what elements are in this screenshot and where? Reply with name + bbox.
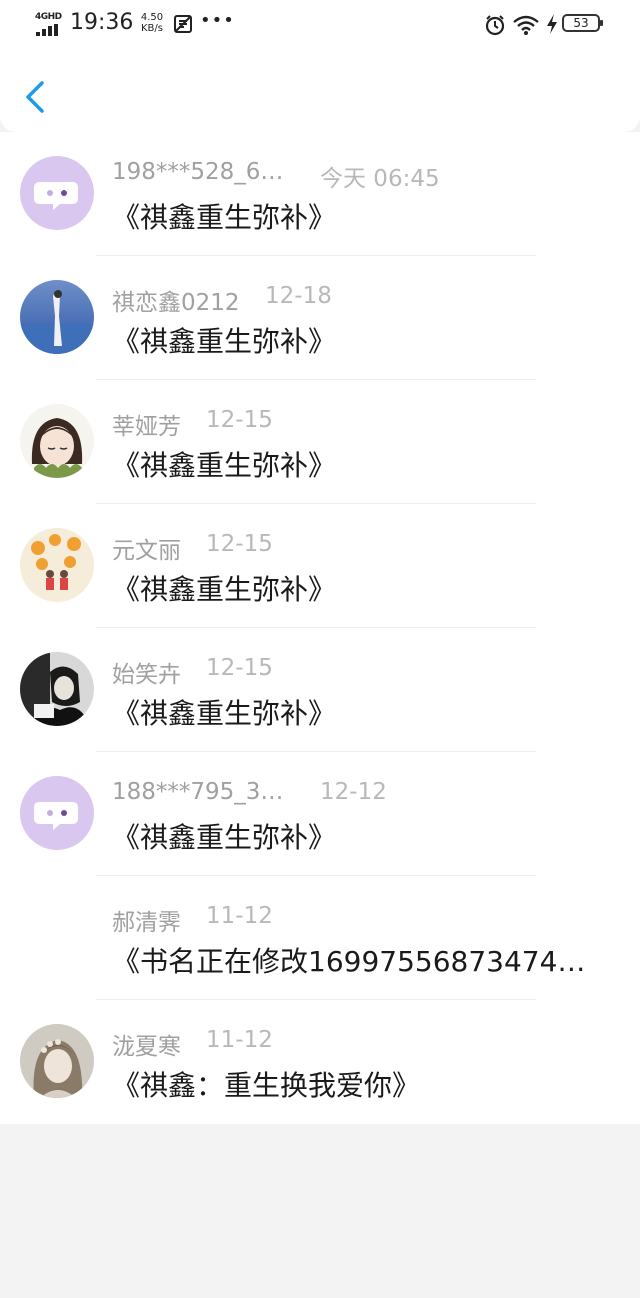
sender-name: 元文丽 <box>112 538 181 564</box>
sender-name: 198***528_6… <box>112 159 284 185</box>
network-signal-icon: 4GHD <box>34 12 64 36</box>
message-date: 12-15 <box>206 407 273 433</box>
message-date: 12-15 <box>206 531 273 557</box>
message-date: 12-18 <box>265 283 332 309</box>
message-date: 今天 06:45 <box>320 166 440 192</box>
charging-icon <box>546 13 558 39</box>
wifi-icon <box>512 14 540 40</box>
message-date: 12-15 <box>206 655 273 681</box>
message-text: 《祺鑫：重生换我爱你》 <box>112 1069 421 1102</box>
back-chevron-icon <box>26 81 44 113</box>
chat-bubble-icon <box>20 776 94 850</box>
chat-bubble-icon <box>20 156 94 230</box>
header: 4GHD 19:36 4.50 KB/s ••• 53 <box>0 0 640 132</box>
status-bar: 4GHD 19:36 4.50 KB/s ••• 53 <box>0 0 640 50</box>
message-item[interactable]: 198***528_6… 今天 06:45 《祺鑫重生弥补》 <box>0 132 640 256</box>
message-date: 12-12 <box>320 779 387 805</box>
sender-name: 莘娅芳 <box>112 414 181 440</box>
sender-name: 始笑卉 <box>112 662 181 688</box>
alarm-icon <box>484 14 506 40</box>
avatar <box>20 652 94 726</box>
message-item[interactable]: 郝清霁 11-12 《书名正在修改16997556873474… <box>0 876 640 1000</box>
more-notifications-icon: ••• <box>200 10 235 31</box>
network-speed: 4.50 KB/s <box>137 12 167 34</box>
sender-name: 祺恋鑫0212 <box>112 290 240 316</box>
default-chat-avatar <box>20 156 94 230</box>
message-item[interactable]: 188***795_3… 12-12 《祺鑫重生弥补》 <box>0 752 640 876</box>
message-item[interactable]: 祺恋鑫0212 12-18 《祺鑫重生弥补》 <box>0 256 640 380</box>
clock: 19:36 <box>70 10 134 35</box>
message-text: 《祺鑫重生弥补》 <box>112 573 337 606</box>
speed-value: 4.50 <box>140 12 164 23</box>
message-list: 198***528_6… 今天 06:45 《祺鑫重生弥补》 祺恋鑫0212 1… <box>0 132 640 1124</box>
message-item[interactable]: 元文丽 12-15 《祺鑫重生弥补》 <box>0 504 640 628</box>
battery-icon: 53 <box>562 14 603 32</box>
message-text: 《祺鑫重生弥补》 <box>112 201 337 234</box>
avatar <box>20 1024 94 1098</box>
message-text: 《祺鑫重生弥补》 <box>112 821 337 854</box>
default-chat-avatar <box>20 776 94 850</box>
message-item[interactable]: 始笑卉 12-15 《祺鑫重生弥补》 <box>0 628 640 752</box>
avatar <box>20 528 94 602</box>
battery-level: 53 <box>573 16 589 30</box>
message-text: 《祺鑫重生弥补》 <box>112 325 337 358</box>
message-text: 《书名正在修改16997556873474… <box>112 945 586 978</box>
network-type: 4GHD <box>35 12 62 22</box>
avatar <box>20 404 94 478</box>
sender-name: 郝清霁 <box>112 910 181 936</box>
avatar <box>20 280 94 354</box>
notification-icon <box>173 14 193 38</box>
message-item[interactable]: 莘娅芳 12-15 《祺鑫重生弥补》 <box>0 380 640 504</box>
message-item[interactable]: 泷夏寒 11-12 《祺鑫：重生换我爱你》 <box>0 1000 640 1124</box>
message-date: 11-12 <box>206 1027 273 1053</box>
speed-unit: KB/s <box>141 23 163 34</box>
back-button[interactable] <box>22 80 52 114</box>
sender-name: 188***795_3… <box>112 779 284 805</box>
message-text: 《祺鑫重生弥补》 <box>112 449 337 482</box>
message-text: 《祺鑫重生弥补》 <box>112 697 337 730</box>
message-date: 11-12 <box>206 903 273 929</box>
sender-name: 泷夏寒 <box>112 1034 181 1060</box>
